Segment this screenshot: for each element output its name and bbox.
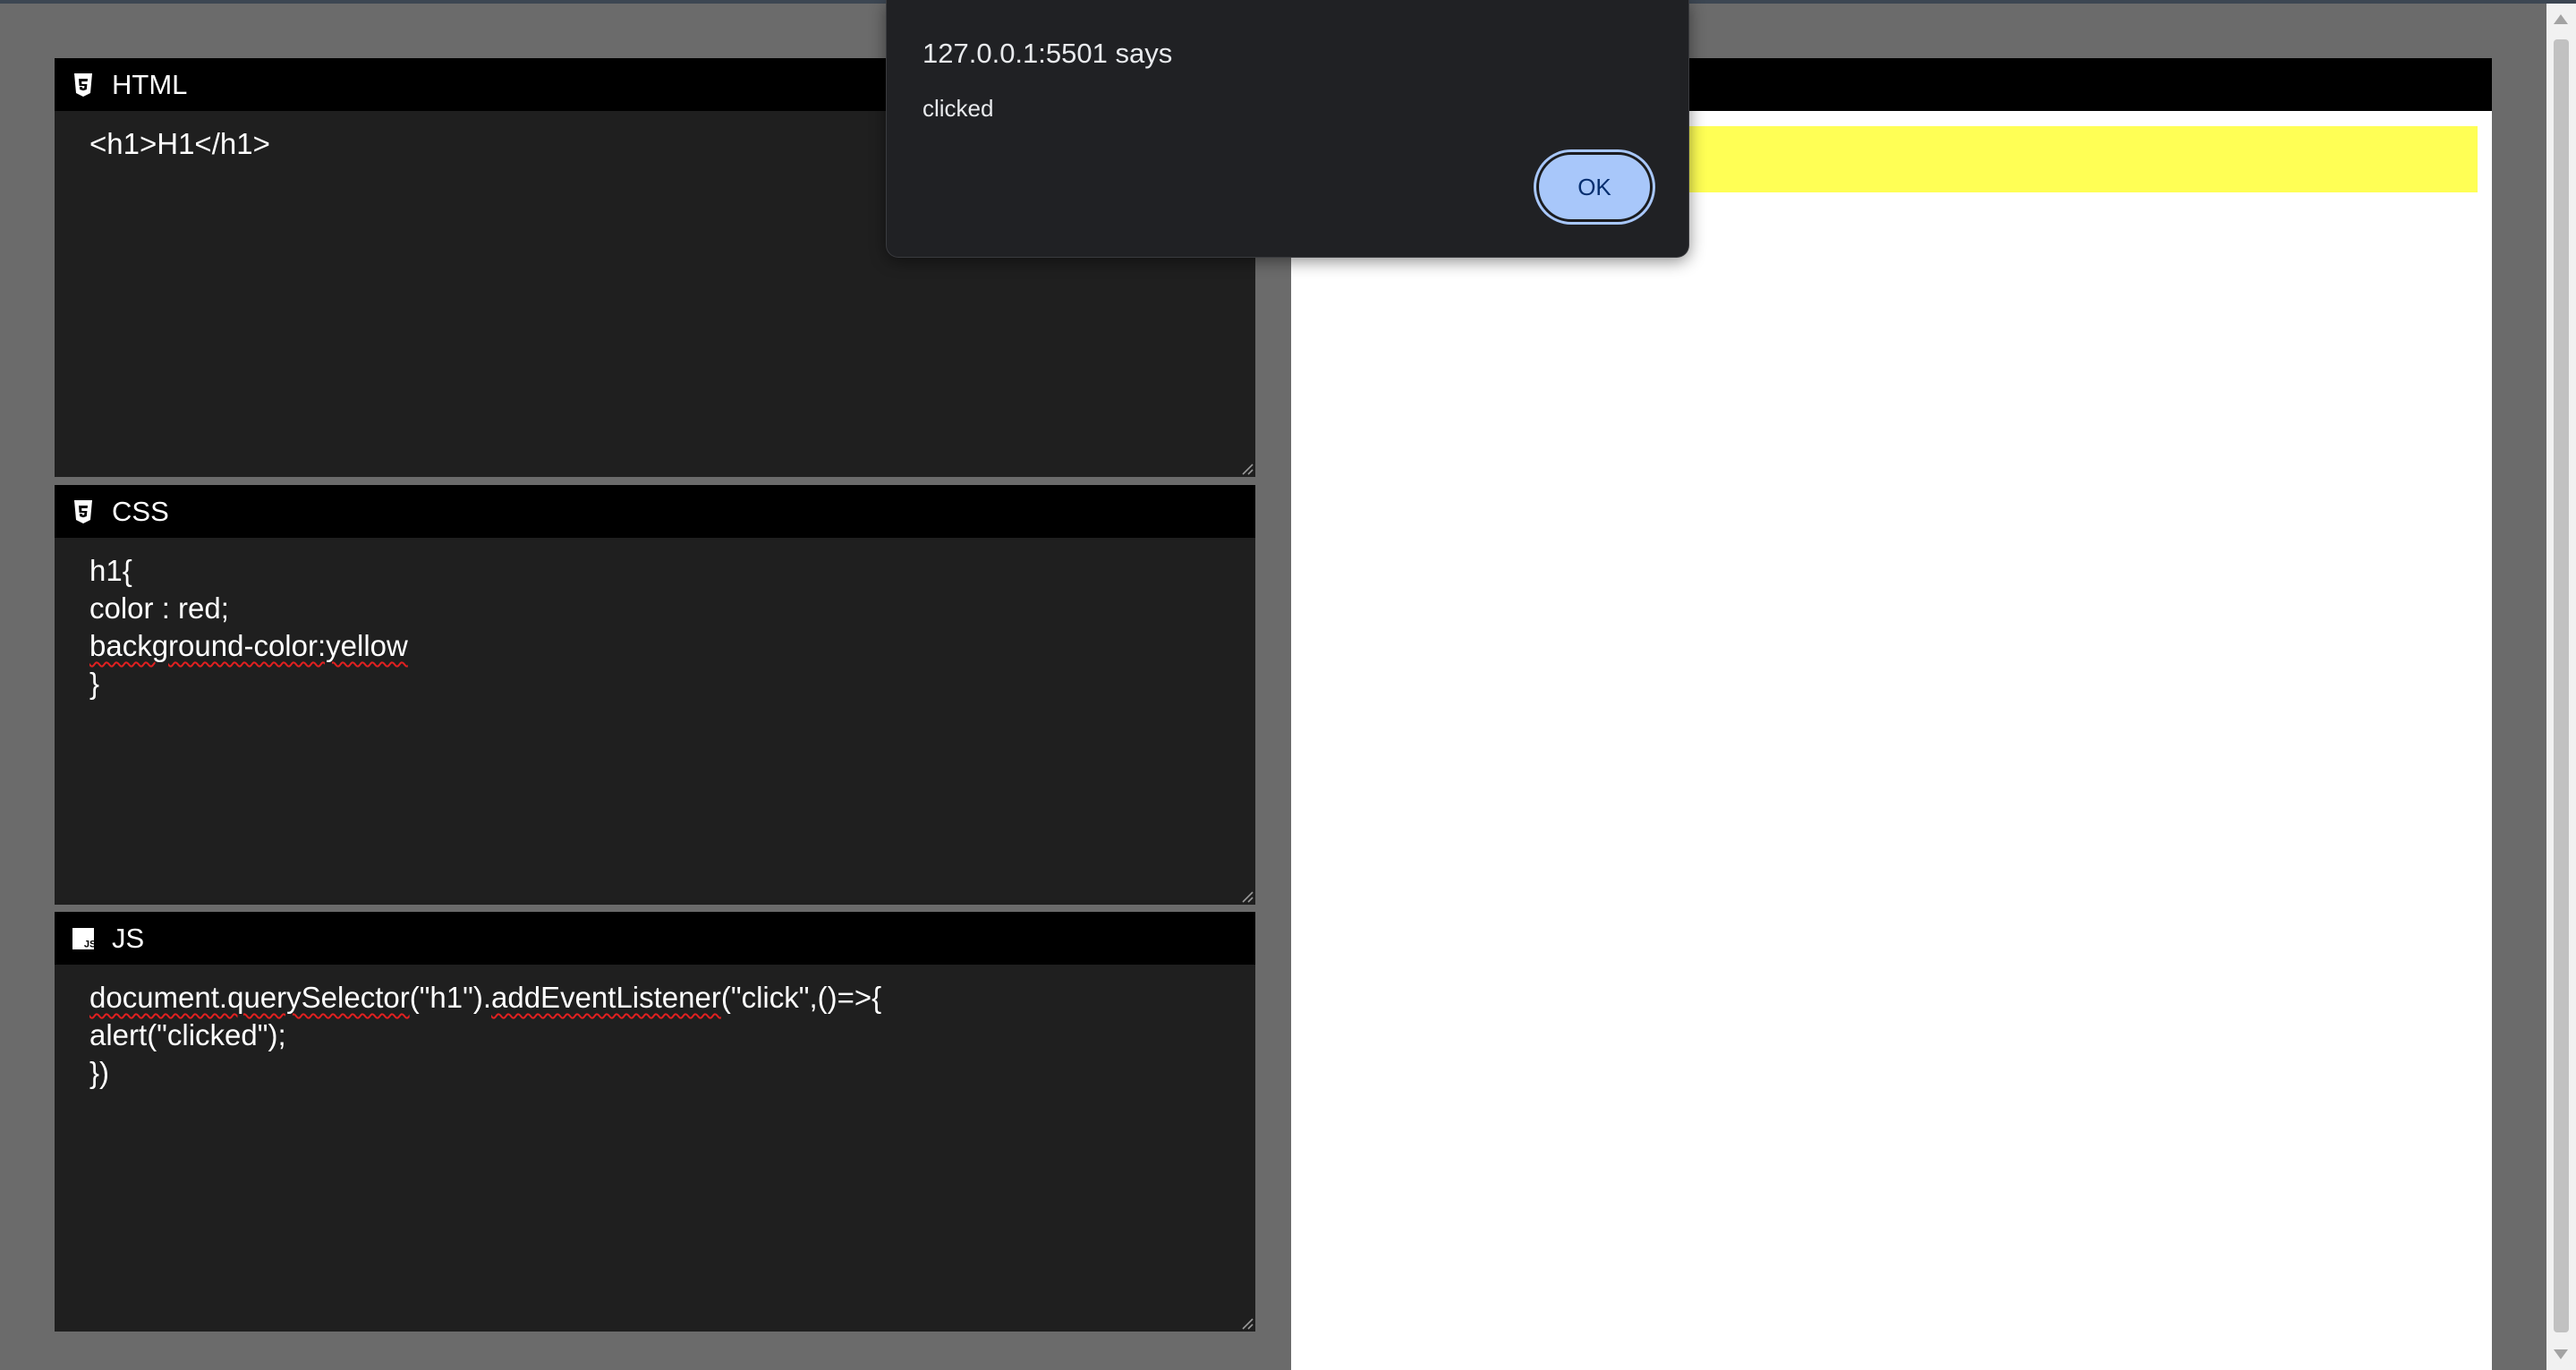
js-editor-header: JS JS [55,912,1255,965]
scroll-down-icon[interactable] [2554,1349,2568,1359]
code-line: alert("clicked"); [89,1018,286,1051]
code-line: h1{ [89,554,132,587]
js-editor-panel: JS JS document.querySelector("h1").addEv… [55,912,1255,1332]
code-line: }) [89,1056,110,1089]
scroll-up-icon[interactable] [2554,14,2568,24]
scrollbar-thumb[interactable] [2554,39,2569,1332]
html5-icon [72,72,94,98]
css-code-textarea[interactable]: h1{ color : red; background-color:yellow} [55,538,1255,905]
js-editor-title: JS [112,922,145,954]
css3-icon [72,499,94,524]
code-line: color : red; [89,591,229,625]
code-line: document.querySelector("h1").addEventLis… [89,981,882,1014]
css-editor-panel: CSS h1{ color : red; background-color:yell… [55,485,1255,905]
code-line: } [89,667,100,700]
page-scrollbar[interactable] [2546,4,2576,1370]
css-editor-title: CSS [112,495,169,527]
dialog-title: 127.0.0.1:5501 says [922,38,1173,69]
resize-grip-icon[interactable] [1239,461,1254,475]
resize-grip-icon[interactable] [1239,1315,1254,1330]
js-icon: JS [72,926,94,951]
alert-dialog: 127.0.0.1:5501 says clicked OK [886,0,1689,258]
ok-button[interactable]: OK [1536,152,1653,222]
css-editor-header: CSS [55,485,1255,538]
html-editor-title: HTML [112,68,188,100]
code-line: background-color:yellow [89,629,408,662]
resize-grip-icon[interactable] [1239,889,1254,903]
js-code-textarea[interactable]: document.querySelector("h1").addEventLis… [55,965,1255,1332]
svg-text:JS: JS [84,939,94,949]
dialog-message: clicked [922,95,994,122]
